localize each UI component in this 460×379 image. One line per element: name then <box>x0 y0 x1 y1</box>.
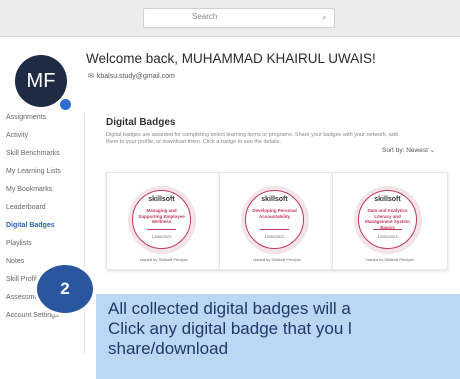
badge-brand: skillsoft <box>261 196 288 203</box>
tutorial-callout: All collected digital badges will a Clic… <box>96 294 460 379</box>
badge-issuer: Issued by Skillsoft Percipio <box>253 257 301 262</box>
step-number-badge: 2 <box>34 262 96 316</box>
sidebar-item-skill-benchmarks[interactable]: Skill Benchmarks <box>6 150 86 168</box>
user-email: ✉ kbalsu.study@gmail.com <box>88 73 175 80</box>
badge-title: Managing and Supporting Employee Wellnes… <box>138 208 185 224</box>
welcome-heading: Welcome back, MUHAMMAD KHAIRUL UWAIS! <box>86 51 376 66</box>
sidebar-item-learning-lists[interactable]: My Learning Lists <box>6 168 86 186</box>
section-description: Digital badges are awarded for completin… <box>106 132 398 145</box>
badge-image: skillsoft Managing and Supporting Employ… <box>128 186 196 254</box>
sort-dropdown[interactable]: Sort by: Newest ⌄ <box>382 146 435 154</box>
page-title: Digital Badges <box>106 117 176 128</box>
badge-date: 12/08/2023 <box>151 234 172 239</box>
callout-line: All collected digital badges will a <box>108 299 351 318</box>
search-input[interactable]: Search ⌕ <box>143 8 335 28</box>
badge-card[interactable]: skillsoft Data and Analytics Literacy an… <box>332 172 448 270</box>
sidebar-item-playlists[interactable]: Playlists <box>6 240 86 258</box>
badge-date: 12/05/2023 <box>377 234 398 239</box>
badge-brand: skillsoft <box>374 196 401 203</box>
badge-brand: skillsoft <box>148 196 175 203</box>
badge-image: skillsoft Data and Analytics Literacy an… <box>354 186 422 254</box>
badge-title: Data and Analytics Literacy and Manageme… <box>365 208 410 230</box>
badge-issuer: Issued by Skillsoft Percipio <box>366 257 414 262</box>
badge-date: 12/05/2023 <box>264 234 285 239</box>
top-bar: Search ⌕ <box>0 0 460 37</box>
sidebar-item-bookmarks[interactable]: My Bookmarks <box>6 186 86 204</box>
badge-image: skillsoft Developing Personal Accountabi… <box>241 186 309 254</box>
badge-card[interactable]: skillsoft Managing and Supporting Employ… <box>106 172 222 270</box>
sidebar-item-assignments[interactable]: Assignments <box>6 114 86 132</box>
avatar-initials: MF <box>26 69 56 92</box>
envelope-icon: ✉ <box>88 73 94 80</box>
badge-title: Developing Personal Accountability <box>252 208 297 219</box>
sidebar-item-activity[interactable]: Activity <box>6 132 86 150</box>
badge-card[interactable]: skillsoft Developing Personal Accountabi… <box>219 172 335 270</box>
sidebar-divider <box>84 114 85 354</box>
callout-line: Click any digital badge that you l <box>108 319 352 338</box>
callout-line: share/download <box>108 339 229 358</box>
search-icon[interactable]: ⌕ <box>322 13 326 23</box>
sidebar-item-digital-badges[interactable]: Digital Badges <box>6 222 86 240</box>
search-placeholder: Search <box>192 12 218 21</box>
badge-issuer: Issued by Skillsoft Percipio <box>140 257 188 262</box>
avatar-edit-icon[interactable] <box>58 97 73 112</box>
sidebar-item-leaderboard[interactable]: Leaderboard <box>6 204 86 222</box>
